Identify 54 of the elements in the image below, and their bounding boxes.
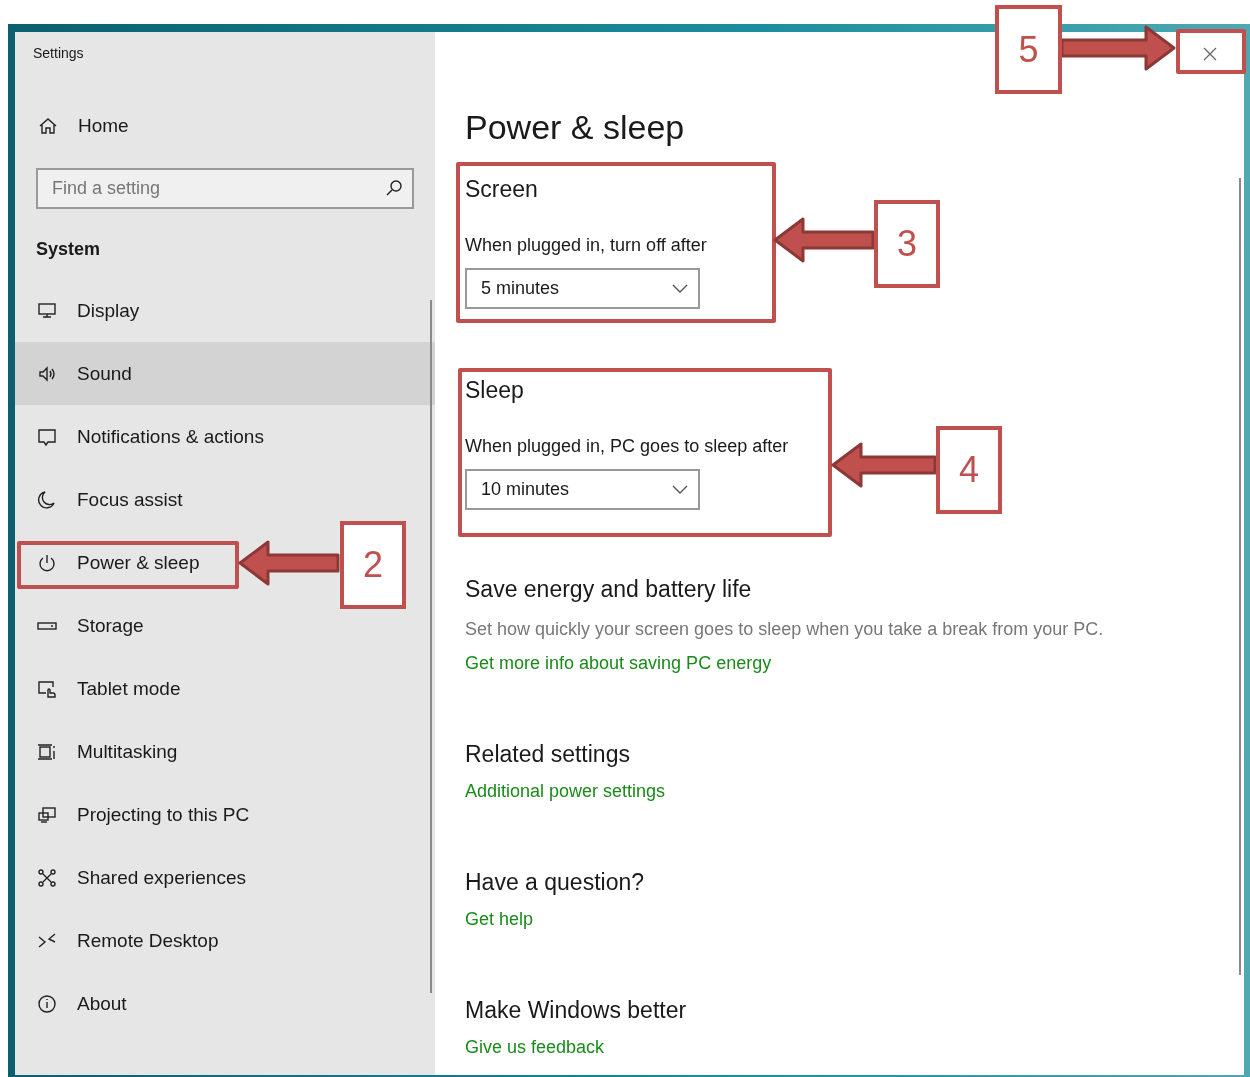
power-icon xyxy=(37,552,57,573)
nav-item[interactable]: Power & sleep xyxy=(15,531,212,594)
section-heading: Make Windows better xyxy=(465,996,687,1025)
display-icon xyxy=(37,300,57,321)
close-icon xyxy=(1203,47,1217,61)
info-icon xyxy=(37,993,57,1014)
home-link[interactable]: Home xyxy=(15,102,435,150)
nav-item[interactable]: Focus assist xyxy=(15,468,195,531)
shared-icon xyxy=(37,867,57,888)
chevron-icon xyxy=(672,283,688,294)
nav-item[interactable]: Projecting to this PC xyxy=(15,783,262,846)
group-heading: Screen xyxy=(465,175,538,204)
step-number: 3 xyxy=(874,200,940,288)
group-heading: Sleep xyxy=(465,376,524,405)
tablet-icon xyxy=(37,678,57,699)
sound-icon xyxy=(37,363,57,384)
link[interactable]: Give us feedback xyxy=(465,1035,605,1059)
step-number: 2 xyxy=(340,521,406,609)
duration-dropdown[interactable]: 5 minutes xyxy=(465,268,700,309)
chevron-icon xyxy=(672,484,688,495)
moon-icon xyxy=(37,489,57,510)
page-title: Power & sleep xyxy=(465,107,685,147)
link[interactable]: Additional power settings xyxy=(465,779,666,803)
link[interactable]: Get more info about saving PC energy xyxy=(465,651,772,675)
nav-item[interactable]: Notifications & actions xyxy=(15,405,276,468)
link[interactable]: Get help xyxy=(465,907,534,931)
section-heading: System xyxy=(36,238,102,261)
scrollbar[interactable] xyxy=(430,300,432,993)
duration-dropdown[interactable]: 10 minutes xyxy=(465,469,700,510)
step-number: 5 xyxy=(995,5,1062,94)
nav-item[interactable]: Display xyxy=(15,279,152,342)
section-description: Set how quickly your screen goes to sleep when you take a break from your PC. xyxy=(465,618,1104,641)
multitasking-icon xyxy=(37,741,57,762)
section-heading: Have a question? xyxy=(465,868,644,897)
search-field[interactable]: Find a setting xyxy=(36,168,414,209)
window-title: Settings xyxy=(33,45,84,61)
setting-label: When plugged in, PC goes to sleep after xyxy=(465,435,789,458)
nav-item[interactable]: Remote Desktop xyxy=(15,909,231,972)
step-number: 4 xyxy=(936,426,1002,514)
nav-item[interactable]: Sound xyxy=(15,342,435,405)
nav-item[interactable]: Storage xyxy=(15,594,156,657)
search-icon xyxy=(384,178,404,198)
nav-item[interactable]: Tablet mode xyxy=(15,657,193,720)
scrollbar[interactable] xyxy=(1239,178,1241,975)
nav-item[interactable]: Multitasking xyxy=(15,720,190,783)
section-heading: Save energy and battery life xyxy=(465,575,752,604)
projecting-icon xyxy=(37,804,57,825)
home-icon xyxy=(38,116,58,136)
notifications-icon xyxy=(37,426,57,447)
section-heading: Related settings xyxy=(465,740,630,769)
nav-item[interactable]: About xyxy=(15,972,139,1035)
highlight-frame xyxy=(1176,29,1246,74)
setting-label: When plugged in, turn off after xyxy=(465,234,707,257)
nav-item[interactable]: Shared experiences xyxy=(15,846,258,909)
